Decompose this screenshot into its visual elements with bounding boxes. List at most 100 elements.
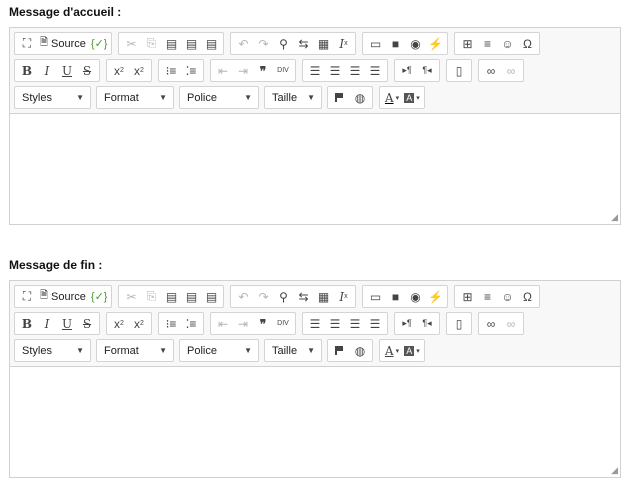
underline-icon[interactable]: U <box>57 314 77 333</box>
justify-icon[interactable]: ☰ <box>365 314 385 333</box>
link-icon[interactable]: ∞ <box>481 61 501 80</box>
link-icon[interactable]: ∞ <box>481 314 501 333</box>
select-all-icon[interactable]: ▦ <box>313 34 333 53</box>
unlink-icon[interactable]: ∞ <box>501 61 521 80</box>
outdent-icon[interactable]: ⇤ <box>213 61 233 80</box>
indent-icon[interactable]: ⇥ <box>233 314 253 333</box>
find-icon[interactable]: ⚲ <box>273 287 293 306</box>
video-icon[interactable]: ◉ <box>405 34 425 53</box>
indent-icon[interactable]: ⇥ <box>233 61 253 80</box>
image-icon[interactable]: ▭ <box>365 34 385 53</box>
background-color-button[interactable]: A ▾ <box>402 341 422 360</box>
image-icon[interactable]: ▭ <box>365 287 385 306</box>
align-left-icon[interactable]: ☰ <box>305 314 325 333</box>
editor-content-area[interactable]: ◢ <box>10 113 620 224</box>
copy-icon[interactable]: ⎘ <box>141 287 161 306</box>
show-blocks-icon[interactable]: ▯ <box>449 61 469 80</box>
smiley-icon[interactable]: ☺ <box>497 34 517 53</box>
numbered-list-icon[interactable]: ⁝≡ <box>161 314 181 333</box>
maximize-icon[interactable]: ⛶ <box>17 287 37 306</box>
bulleted-list-icon[interactable]: ⁚≡ <box>181 61 201 80</box>
select-all-icon[interactable]: ▦ <box>313 287 333 306</box>
underline-icon[interactable]: U <box>57 61 77 80</box>
undo-icon[interactable]: ↶ <box>233 287 253 306</box>
horizontal-rule-icon[interactable]: ≡ <box>477 34 497 53</box>
size-dropdown[interactable]: Taille ▼ <box>264 86 322 109</box>
text-color-button[interactable]: A ▾ <box>382 341 402 360</box>
flash-icon[interactable]: ■ <box>385 287 405 306</box>
subscript-icon[interactable]: x2 <box>109 61 129 80</box>
special-char-icon[interactable]: Ω <box>517 287 537 306</box>
rtl-icon[interactable]: ¶◂ <box>417 61 437 80</box>
find-icon[interactable]: ⚲ <box>273 34 293 53</box>
cut-icon[interactable]: ✂ <box>121 287 141 306</box>
iframe-icon[interactable]: ⚡ <box>425 287 445 306</box>
smiley-icon[interactable]: ☺ <box>497 287 517 306</box>
justify-icon[interactable]: ☰ <box>365 61 385 80</box>
paste-text-icon[interactable]: ▤ <box>181 287 201 306</box>
ltr-icon[interactable]: ▸¶ <box>397 61 417 80</box>
format-dropdown[interactable]: Format ▼ <box>96 86 174 109</box>
paste-word-icon[interactable]: ▤ <box>201 287 221 306</box>
anchor-icon[interactable] <box>330 88 350 107</box>
cut-icon[interactable]: ✂ <box>121 34 141 53</box>
font-dropdown[interactable]: Police ▼ <box>179 86 259 109</box>
italic-icon[interactable]: I <box>37 314 57 333</box>
source-button[interactable]: 🗎 Source <box>37 34 89 53</box>
horizontal-rule-icon[interactable]: ≡ <box>477 287 497 306</box>
italic-icon[interactable]: I <box>37 61 57 80</box>
maximize-icon[interactable]: ⛶ <box>17 34 37 53</box>
align-center-icon[interactable]: ☰ <box>325 314 345 333</box>
paste-word-icon[interactable]: ▤ <box>201 34 221 53</box>
templates-icon[interactable]: {✓} <box>89 34 110 53</box>
paste-icon[interactable]: ▤ <box>161 34 181 53</box>
remove-format-icon[interactable]: Ix <box>333 287 353 306</box>
paste-icon[interactable]: ▤ <box>161 287 181 306</box>
blockquote-icon[interactable]: ❞ <box>253 61 273 80</box>
show-blocks-icon[interactable]: ▯ <box>449 314 469 333</box>
format-dropdown[interactable]: Format ▼ <box>96 339 174 362</box>
align-right-icon[interactable]: ☰ <box>345 61 365 80</box>
redo-icon[interactable]: ↷ <box>253 34 273 53</box>
subscript-icon[interactable]: x2 <box>109 314 129 333</box>
blockquote-icon[interactable]: ❞ <box>253 314 273 333</box>
background-color-button[interactable]: A ▾ <box>402 88 422 107</box>
editor-content-area[interactable]: ◢ <box>10 366 620 477</box>
remove-format-icon[interactable]: Ix <box>333 34 353 53</box>
align-center-icon[interactable]: ☰ <box>325 61 345 80</box>
table-icon[interactable]: ⊞ <box>457 287 477 306</box>
strike-icon[interactable]: S <box>77 314 97 333</box>
align-left-icon[interactable]: ☰ <box>305 61 325 80</box>
copy-icon[interactable]: ⎘ <box>141 34 161 53</box>
unlink-icon[interactable]: ∞ <box>501 314 521 333</box>
font-dropdown[interactable]: Police ▼ <box>179 339 259 362</box>
templates-icon[interactable]: {✓} <box>89 287 110 306</box>
language-icon[interactable]: ◍ <box>350 88 370 107</box>
video-icon[interactable]: ◉ <box>405 287 425 306</box>
flash-icon[interactable]: ■ <box>385 34 405 53</box>
ltr-icon[interactable]: ▸¶ <box>397 314 417 333</box>
styles-dropdown[interactable]: Styles ▼ <box>14 86 91 109</box>
rtl-icon[interactable]: ¶◂ <box>417 314 437 333</box>
redo-icon[interactable]: ↷ <box>253 287 273 306</box>
resize-handle-icon[interactable]: ◢ <box>611 465 618 476</box>
replace-icon[interactable]: ⇆ <box>293 34 313 53</box>
anchor-icon[interactable] <box>330 341 350 360</box>
div-icon[interactable]: DIV <box>273 314 293 333</box>
strike-icon[interactable]: S <box>77 61 97 80</box>
resize-handle-icon[interactable]: ◢ <box>611 212 618 223</box>
source-button[interactable]: 🗎 Source <box>37 287 89 306</box>
bulleted-list-icon[interactable]: ⁚≡ <box>181 314 201 333</box>
superscript-icon[interactable]: x2 <box>129 61 149 80</box>
styles-dropdown[interactable]: Styles ▼ <box>14 339 91 362</box>
numbered-list-icon[interactable]: ⁝≡ <box>161 61 181 80</box>
bold-icon[interactable]: B <box>17 61 37 80</box>
align-right-icon[interactable]: ☰ <box>345 314 365 333</box>
table-icon[interactable]: ⊞ <box>457 34 477 53</box>
superscript-icon[interactable]: x2 <box>129 314 149 333</box>
language-icon[interactable]: ◍ <box>350 341 370 360</box>
outdent-icon[interactable]: ⇤ <box>213 314 233 333</box>
text-color-button[interactable]: A ▾ <box>382 88 402 107</box>
replace-icon[interactable]: ⇆ <box>293 287 313 306</box>
paste-text-icon[interactable]: ▤ <box>181 34 201 53</box>
